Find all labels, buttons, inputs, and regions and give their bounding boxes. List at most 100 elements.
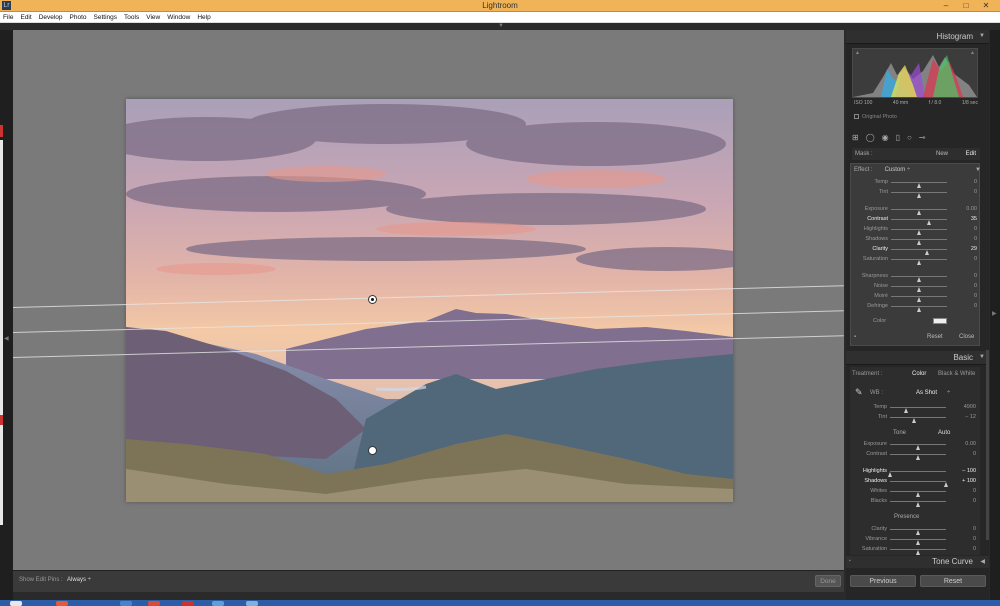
slider-value[interactable]: 0 bbox=[974, 225, 977, 234]
tone-curve-expand-icon[interactable]: ◀ bbox=[980, 558, 985, 565]
slider-track[interactable] bbox=[891, 239, 947, 245]
slider-knob-icon[interactable] bbox=[916, 193, 921, 198]
slider-value[interactable]: – 100 bbox=[962, 467, 976, 476]
edit-pin[interactable] bbox=[368, 446, 377, 455]
slider-value[interactable]: 0 bbox=[974, 282, 977, 291]
previous-button[interactable]: Previous bbox=[850, 575, 916, 587]
slider-value[interactable]: 0 bbox=[974, 272, 977, 281]
effect-close-button[interactable]: Close bbox=[959, 334, 974, 340]
taskbar-app-icon[interactable] bbox=[246, 601, 258, 606]
slider-value[interactable]: + 100 bbox=[962, 477, 976, 486]
slider-knob-icon[interactable] bbox=[916, 307, 921, 312]
slider-value[interactable]: 4900 bbox=[964, 403, 976, 412]
slider-value[interactable]: 0.00 bbox=[966, 205, 977, 214]
slider-track[interactable] bbox=[891, 192, 947, 198]
slider-value[interactable]: 0 bbox=[974, 292, 977, 301]
shadow-clipping-icon[interactable]: ▲ bbox=[855, 50, 860, 56]
slider-value[interactable]: 29 bbox=[971, 245, 977, 254]
slider-knob-icon[interactable] bbox=[915, 455, 920, 460]
minimize-button[interactable]: – bbox=[936, 0, 956, 12]
slider-knob-icon[interactable] bbox=[916, 260, 921, 265]
slider-value[interactable]: 0 bbox=[973, 487, 976, 496]
slider-track[interactable] bbox=[890, 501, 946, 507]
slider-value[interactable]: 0 bbox=[973, 497, 976, 506]
slider-track[interactable] bbox=[891, 286, 947, 292]
effect-reset-button[interactable]: Reset bbox=[927, 334, 943, 340]
tone-auto-button[interactable]: Auto bbox=[938, 430, 950, 436]
taskbar-app-icon[interactable] bbox=[56, 601, 68, 606]
menu-file[interactable]: File bbox=[3, 12, 13, 22]
slider-track[interactable] bbox=[891, 296, 947, 302]
basic-header[interactable]: Basic ▼ bbox=[846, 351, 989, 365]
histogram-header[interactable]: Histogram ▼ bbox=[846, 30, 989, 44]
effect-collapse-icon[interactable]: ▼ bbox=[975, 167, 981, 173]
tone-curve-toggle-icon[interactable]: ▪ bbox=[849, 558, 851, 564]
menu-tools[interactable]: Tools bbox=[124, 12, 139, 22]
menu-settings[interactable]: Settings bbox=[94, 12, 118, 22]
slider-track[interactable] bbox=[891, 209, 947, 215]
slider-track[interactable] bbox=[891, 259, 947, 265]
slider-value[interactable]: 0 bbox=[973, 525, 976, 534]
effect-preset-select[interactable]: Custom bbox=[885, 167, 906, 173]
treatment-color-button[interactable]: Color bbox=[912, 371, 926, 377]
slider-track[interactable] bbox=[890, 444, 946, 450]
slider-value[interactable]: 0 bbox=[974, 178, 977, 187]
graduated-filter-icon[interactable]: ▯ bbox=[896, 133, 900, 142]
tone-curve-header[interactable]: ▪ Tone Curve ◀ bbox=[846, 556, 989, 568]
taskbar-app-icon[interactable] bbox=[148, 601, 160, 606]
close-window-button[interactable]: ✕ bbox=[976, 0, 996, 12]
slider-knob-icon[interactable] bbox=[915, 550, 920, 555]
wb-select-arrows[interactable]: ÷ bbox=[947, 390, 950, 396]
slider-track[interactable] bbox=[890, 454, 946, 460]
wb-select[interactable]: As Shot bbox=[916, 390, 937, 396]
slider-value[interactable]: 0 bbox=[973, 545, 976, 554]
spot-removal-icon[interactable]: ◯ bbox=[866, 133, 875, 142]
basic-collapse-icon[interactable]: ▼ bbox=[979, 354, 985, 360]
active-edit-pin[interactable] bbox=[368, 295, 377, 304]
slider-track[interactable] bbox=[890, 407, 946, 413]
slider-track[interactable] bbox=[890, 539, 946, 545]
radial-filter-icon[interactable]: ○ bbox=[907, 133, 912, 142]
slider-track[interactable] bbox=[890, 529, 946, 535]
original-photo-checkbox[interactable]: Original Photo bbox=[854, 114, 897, 120]
slider-track[interactable] bbox=[887, 471, 946, 477]
crop-tool-icon[interactable]: ⊞ bbox=[852, 133, 859, 142]
slider-value[interactable]: 0 bbox=[973, 535, 976, 544]
slider-track[interactable] bbox=[890, 491, 946, 497]
menu-photo[interactable]: Photo bbox=[70, 12, 87, 22]
mask-toggle-icon[interactable]: ▪ bbox=[854, 334, 856, 340]
slider-knob-icon[interactable] bbox=[911, 418, 916, 423]
menu-view[interactable]: View bbox=[146, 12, 160, 22]
slider-track[interactable] bbox=[891, 276, 947, 282]
collapse-triangle-icon[interactable]: ▼ bbox=[979, 33, 985, 39]
slider-track[interactable] bbox=[891, 219, 947, 225]
slider-value[interactable]: 0 bbox=[974, 235, 977, 244]
slider-track[interactable] bbox=[891, 182, 947, 188]
image-canvas[interactable] bbox=[13, 30, 844, 570]
show-edit-pins-select[interactable]: Always ÷ bbox=[67, 577, 91, 583]
slider-track[interactable] bbox=[890, 481, 948, 487]
treatment-bw-button[interactable]: Black & White bbox=[938, 371, 975, 377]
done-button[interactable]: Done bbox=[815, 575, 841, 587]
effect-preset-arrows[interactable]: ÷ bbox=[907, 167, 910, 173]
mask-new-button[interactable]: New bbox=[936, 151, 948, 157]
slider-value[interactable]: 0 bbox=[974, 188, 977, 197]
slider-value[interactable]: 0.00 bbox=[965, 440, 976, 449]
mask-edit-button[interactable]: Edit bbox=[966, 151, 976, 157]
slider-track[interactable] bbox=[890, 417, 946, 423]
slider-track[interactable] bbox=[891, 306, 947, 312]
highlight-clipping-icon[interactable]: ▲ bbox=[970, 50, 975, 56]
wb-eyedropper-icon[interactable]: ✎ bbox=[855, 387, 863, 398]
color-swatch[interactable] bbox=[933, 318, 947, 324]
slider-value[interactable]: 0 bbox=[974, 302, 977, 311]
start-button-icon[interactable] bbox=[10, 601, 22, 606]
slider-value[interactable]: 35 bbox=[971, 215, 977, 224]
right-panel-toggle-icon[interactable]: ▶ bbox=[992, 310, 997, 317]
menu-window[interactable]: Window bbox=[167, 12, 190, 22]
taskbar-app-icon[interactable] bbox=[182, 601, 194, 606]
menu-edit[interactable]: Edit bbox=[20, 12, 31, 22]
maximize-button[interactable]: □ bbox=[956, 0, 976, 12]
slider-value[interactable]: 0 bbox=[974, 255, 977, 264]
slider-value[interactable]: 0 bbox=[973, 450, 976, 459]
red-eye-icon[interactable]: ◉ bbox=[882, 133, 889, 142]
